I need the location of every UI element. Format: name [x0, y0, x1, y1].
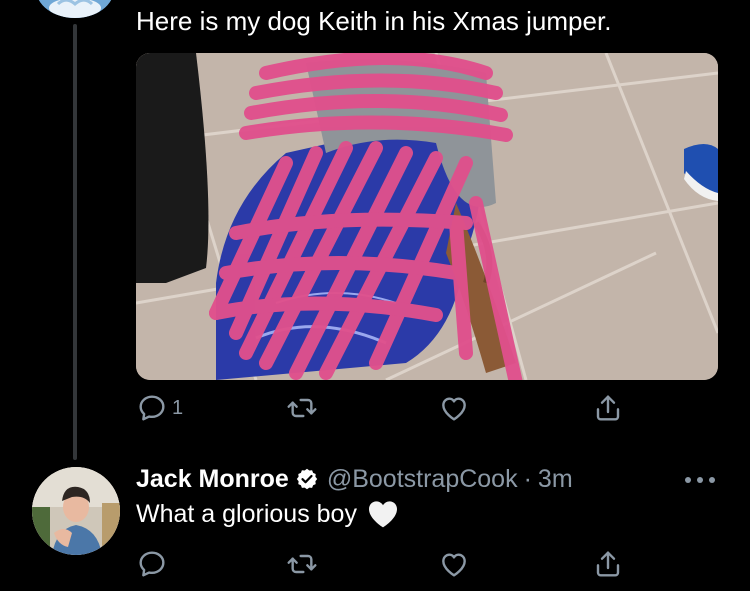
- retweet-icon: [287, 554, 317, 574]
- like-action[interactable]: [438, 544, 474, 584]
- reply-action-bar: [136, 544, 636, 584]
- tweet-media-photo[interactable]: [136, 53, 718, 380]
- display-name[interactable]: Jack Monroe: [136, 465, 289, 494]
- avatar-original-tweet[interactable]: [36, 0, 114, 18]
- profile-photo: [32, 467, 120, 555]
- avatar-image: [36, 0, 114, 18]
- separator-dot: ·: [523, 464, 532, 493]
- share-icon: [596, 395, 620, 421]
- thread-connector-line: [73, 24, 77, 460]
- reply-icon: [139, 395, 165, 421]
- share-action[interactable]: [592, 388, 624, 428]
- dog-photo: [136, 53, 718, 380]
- reply-action[interactable]: 1: [136, 388, 183, 428]
- tweet-text: Here is my dog Keith in his Xmas jumper.: [136, 6, 612, 36]
- ellipsis-icon: [685, 477, 715, 483]
- heart-icon: [442, 553, 466, 577]
- retweet-action[interactable]: [286, 544, 322, 584]
- reply-count: 1: [172, 396, 184, 419]
- tweet-action-bar: 1: [136, 388, 636, 428]
- reply-icon: [139, 551, 165, 577]
- reply-header: Jack Monroe @BootstrapCook · 3m: [136, 462, 573, 496]
- reply-text-content: What a glorious boy: [136, 500, 357, 528]
- user-handle[interactable]: @BootstrapCook: [327, 465, 518, 494]
- white-heart-icon: [367, 499, 399, 529]
- reply-action[interactable]: [136, 544, 172, 584]
- verified-badge-icon: [295, 467, 319, 491]
- share-icon: [596, 551, 620, 577]
- heart-icon: [442, 397, 466, 421]
- retweet-icon: [287, 398, 317, 418]
- more-options-button[interactable]: [682, 468, 718, 492]
- timestamp[interactable]: 3m: [538, 465, 573, 494]
- reply-text: What a glorious boy: [136, 497, 399, 531]
- avatar-reply-author[interactable]: [32, 467, 120, 555]
- share-action[interactable]: [592, 544, 624, 584]
- retweet-action[interactable]: [286, 388, 322, 428]
- like-action[interactable]: [438, 388, 474, 428]
